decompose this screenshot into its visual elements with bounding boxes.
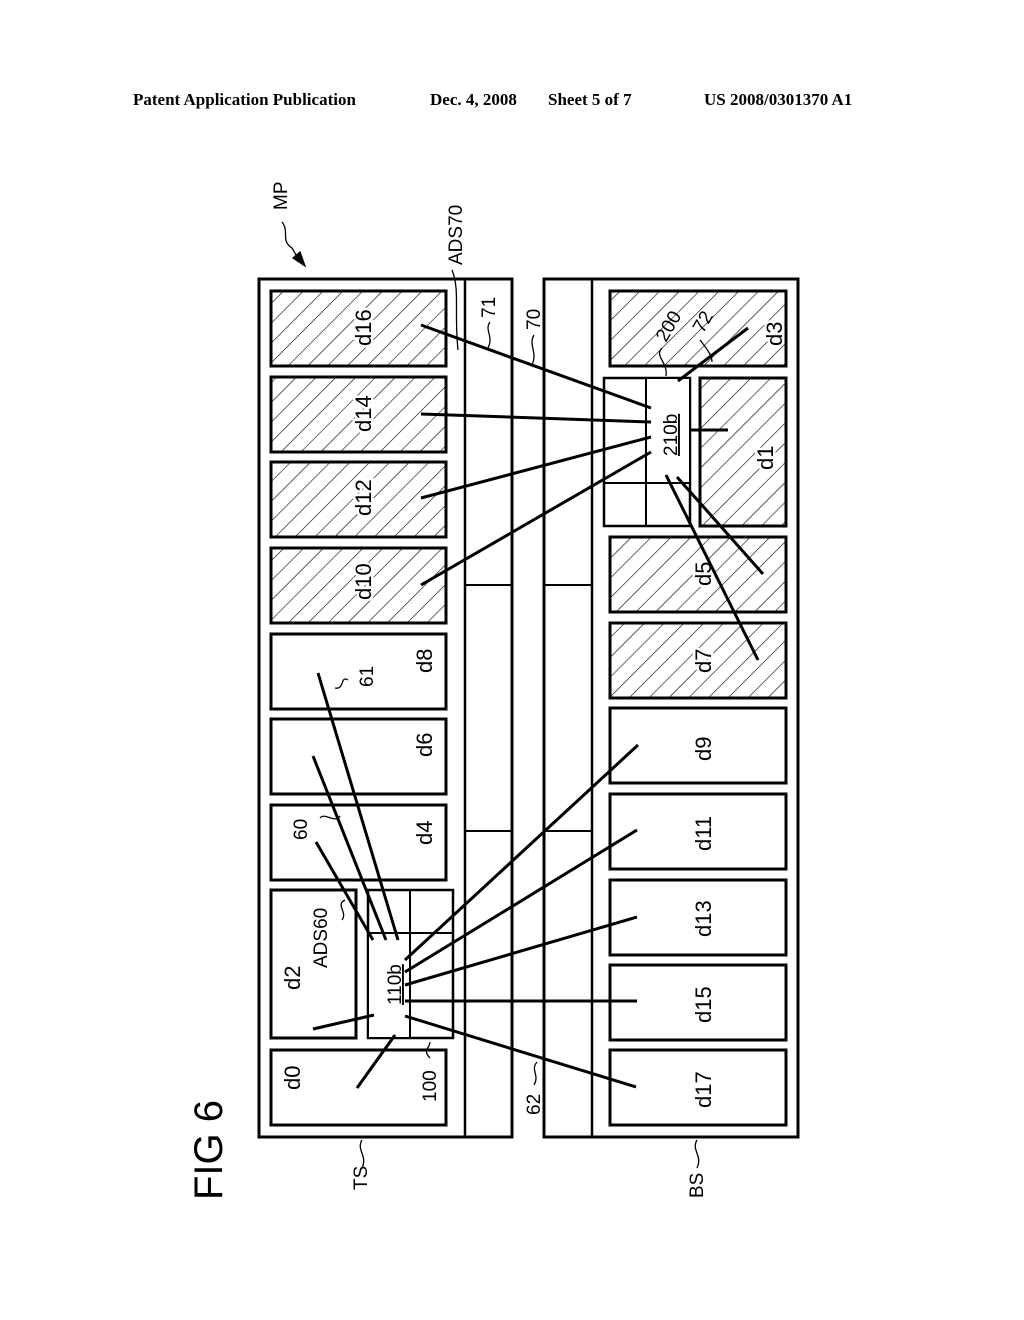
die-label-d3: d3 — [762, 322, 787, 346]
ref62-leader — [533, 1061, 538, 1086]
ts-leader — [359, 1139, 365, 1169]
label-210b: 210b — [661, 414, 682, 456]
die-label-d17: d17 — [691, 1071, 716, 1108]
label-60: 60 — [291, 819, 312, 840]
label-bs: BS — [687, 1173, 708, 1198]
die-label-d11: d11 — [691, 816, 716, 851]
label-mp: MP — [271, 182, 292, 211]
die-label-d14: d14 — [351, 395, 376, 432]
die-label-d7: d7 — [691, 649, 716, 673]
bs-leader — [694, 1139, 700, 1169]
die-label-d15: d15 — [691, 986, 716, 1023]
label-ads70: ADS70 — [446, 205, 467, 265]
die-label-d2: d2 — [280, 966, 305, 990]
figure-title: FIG 6 — [187, 1100, 231, 1200]
label-110b: 110b — [385, 964, 406, 1005]
die-label-d6: d6 — [412, 733, 437, 757]
die-label-d10: d10 — [351, 563, 376, 600]
die-label-d16: d16 — [351, 309, 376, 346]
figure-diagram: FIG 6 d0 d2 d4 d6 d8 d10 d12 d14 d16 d17 d15 d13 d1… — [187, 182, 800, 1200]
label-62: 62 — [524, 1094, 545, 1115]
label-100: 100 — [420, 1070, 441, 1102]
die-label-d0: d0 — [280, 1066, 305, 1090]
die-label-d13: d13 — [691, 900, 716, 937]
die-label-d4: d4 — [412, 821, 437, 845]
label-71: 71 — [479, 297, 500, 318]
label-61: 61 — [357, 666, 378, 687]
ref71-leader — [487, 321, 491, 349]
die-label-d9: d9 — [691, 737, 716, 761]
ref70-leader — [531, 334, 535, 366]
label-70: 70 — [524, 309, 545, 330]
label-ts: TS — [351, 1166, 372, 1190]
die-label-d12: d12 — [351, 479, 376, 516]
die-label-d8: d8 — [412, 649, 437, 673]
label-ads60: ADS60 — [311, 908, 332, 968]
die-label-d1: d1 — [753, 446, 778, 470]
